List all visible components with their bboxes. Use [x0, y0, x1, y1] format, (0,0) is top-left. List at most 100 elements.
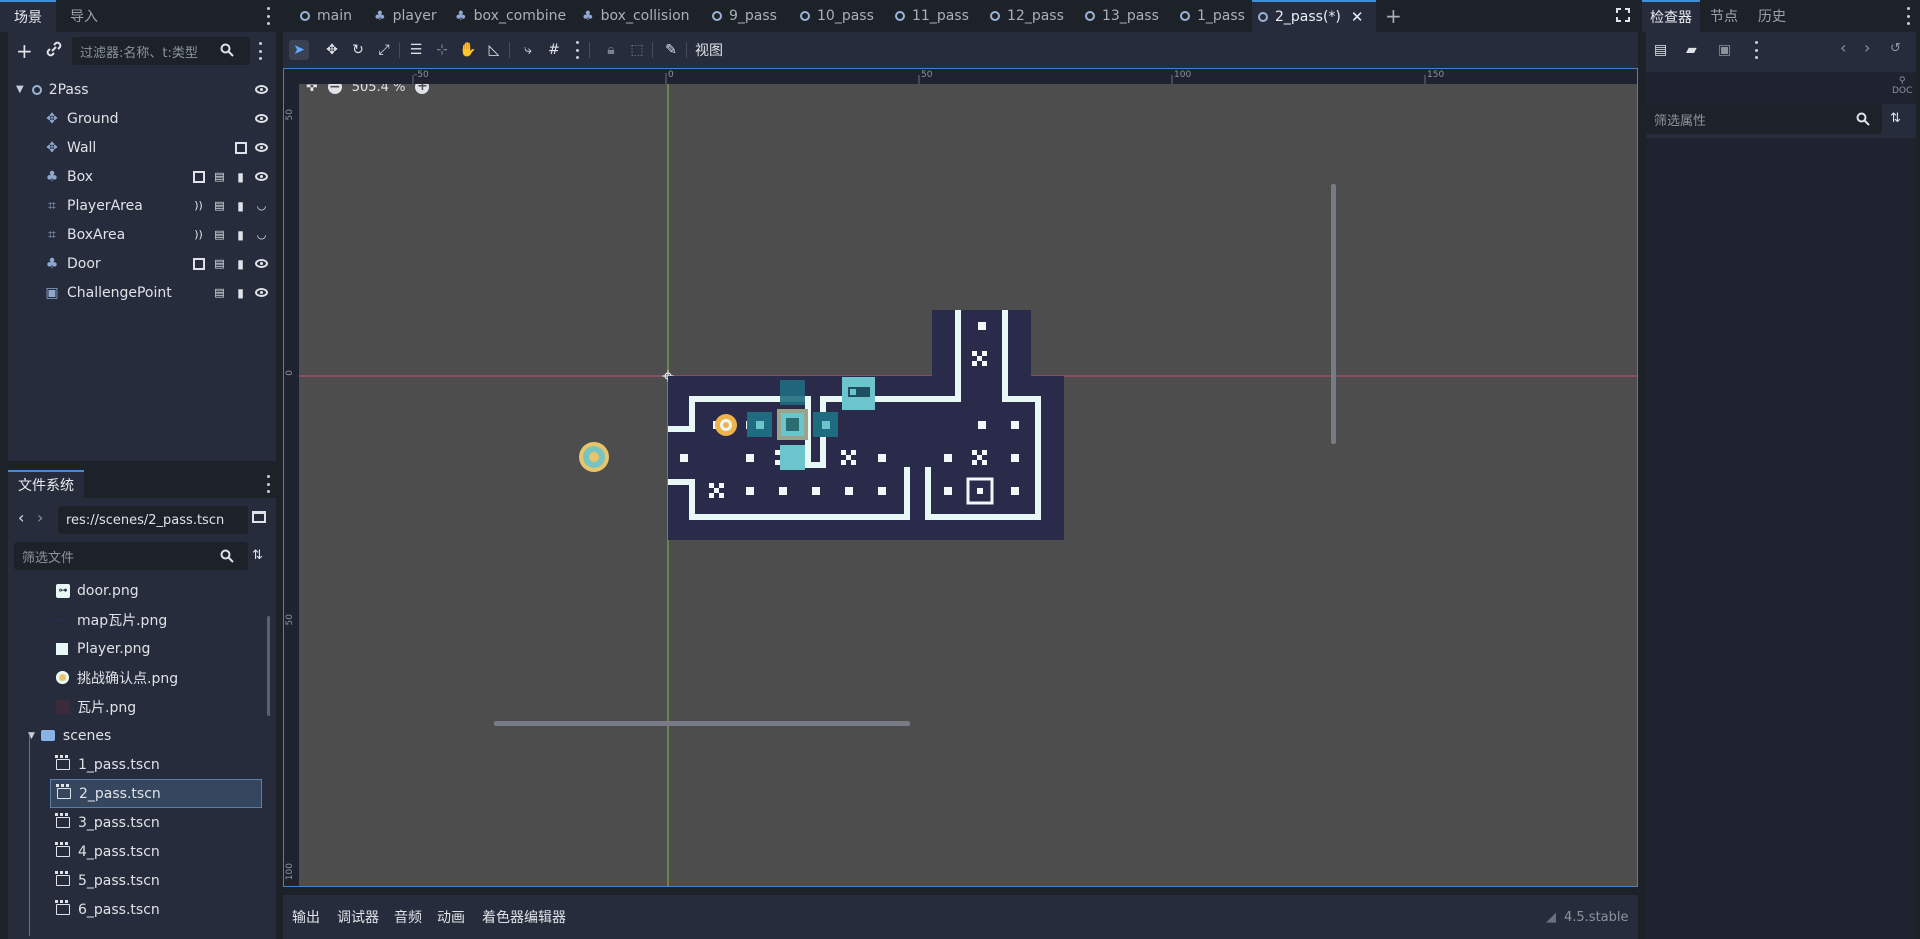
- tree-row-playerarea[interactable]: ⌗ PlayerArea )) ▤ ▮ ◡: [8, 191, 276, 220]
- tree-row-challengepoint[interactable]: ▣ ChallengePoint ▤ ▮: [8, 278, 276, 307]
- visibility-eye-icon[interactable]: [255, 172, 268, 181]
- visibility-eye-icon[interactable]: [255, 288, 268, 297]
- rotate-mode-icon[interactable]: ↻: [348, 40, 368, 60]
- split-view-icon[interactable]: [252, 511, 266, 523]
- tab-1-pass[interactable]: 1_pass: [1174, 0, 1251, 32]
- tab-history[interactable]: 历史: [1748, 0, 1796, 32]
- group-icon[interactable]: ⬚: [627, 40, 647, 60]
- skeleton-icon[interactable]: ✎: [661, 40, 681, 60]
- signal-icon[interactable]: )): [192, 228, 205, 241]
- tab-box-combine[interactable]: ♣ box_combine: [449, 0, 572, 32]
- scene-clapper-icon[interactable]: ▤: [213, 257, 226, 270]
- history-back-icon[interactable]: ‹: [1840, 38, 1846, 57]
- chevron-down-icon[interactable]: ▼: [16, 84, 24, 95]
- link-icon[interactable]: [46, 41, 62, 57]
- tab-10-pass[interactable]: 10_pass: [794, 0, 880, 32]
- view-menu[interactable]: 视图: [687, 32, 731, 68]
- tree-row-ground[interactable]: ✥ Ground: [8, 104, 276, 133]
- tab-animation[interactable]: 动画: [437, 895, 465, 939]
- smart-snap-icon[interactable]: ⤷: [518, 40, 538, 60]
- list-select-icon[interactable]: ☰: [406, 40, 426, 60]
- scene-tree-menu-icon[interactable]: [258, 42, 262, 60]
- tab-node[interactable]: 节点: [1700, 0, 1748, 32]
- nav-forward-icon[interactable]: ›: [37, 508, 43, 527]
- tree-row-2pass[interactable]: ▼ 2Pass: [8, 75, 276, 104]
- sort-icon[interactable]: ⇅: [252, 548, 263, 563]
- property-options-icon[interactable]: ⇅: [1890, 111, 1901, 126]
- list-item[interactable]: 4_pass.tscn: [8, 837, 270, 866]
- tab-12-pass[interactable]: 12_pass: [984, 0, 1070, 32]
- list-item[interactable]: 1_pass.tscn: [8, 750, 270, 779]
- scene-clapper-icon[interactable]: ▤: [213, 228, 226, 241]
- tab-debugger[interactable]: 调试器: [337, 895, 379, 939]
- select-mode-icon[interactable]: ➤: [289, 40, 309, 60]
- list-item[interactable]: 挑战确认点.png: [8, 663, 270, 692]
- close-icon[interactable]: ✕: [1351, 8, 1364, 26]
- collision-shape-icon[interactable]: [193, 257, 205, 270]
- list-item[interactable]: map瓦片.png: [8, 605, 270, 634]
- tab-scene[interactable]: 场景: [0, 0, 56, 32]
- list-item[interactable]: 5_pass.tscn: [8, 866, 270, 895]
- ruler-mode-icon[interactable]: ◺: [484, 40, 504, 60]
- tab-11-pass[interactable]: 11_pass: [889, 0, 975, 32]
- tree-row-door[interactable]: ♣ Door ▤ ▮: [8, 249, 276, 278]
- script-icon[interactable]: ▮: [234, 257, 247, 271]
- history-icon[interactable]: ↺: [1890, 41, 1901, 56]
- snap-options-icon[interactable]: [567, 40, 587, 60]
- ruler-top[interactable]: -50 0 50 100 150: [284, 69, 1637, 84]
- save-icon[interactable]: ▣: [1718, 42, 1731, 58]
- nav-back-icon[interactable]: ‹: [18, 508, 24, 527]
- pivot-icon[interactable]: ⊹: [432, 40, 452, 60]
- tab-main[interactable]: main: [294, 0, 358, 32]
- tab-audio[interactable]: 音频: [394, 895, 422, 939]
- inspector-options-icon[interactable]: [1754, 41, 1758, 59]
- grid-snap-icon[interactable]: #: [544, 40, 564, 60]
- open-folder-icon[interactable]: ▰: [1686, 42, 1697, 58]
- visibility-eye-icon[interactable]: [255, 114, 268, 123]
- list-item[interactable]: 3_pass.tscn: [8, 808, 270, 837]
- object-selector[interactable]: [1646, 72, 1916, 104]
- tab-import[interactable]: 导入: [56, 0, 112, 32]
- scene-clapper-icon[interactable]: ▤: [213, 170, 226, 183]
- signal-icon[interactable]: )): [192, 199, 205, 212]
- pan-mode-icon[interactable]: ✋: [458, 40, 478, 60]
- tab-filesystem[interactable]: 文件系统: [8, 470, 84, 498]
- hidden-eye-icon[interactable]: ◡: [255, 199, 268, 212]
- path-field[interactable]: res://scenes/2_pass.tscn: [58, 506, 248, 534]
- add-tab-icon[interactable]: +: [1385, 4, 1402, 28]
- lock-icon[interactable]: 🔒︎: [601, 40, 621, 60]
- tab-13-pass[interactable]: 13_pass: [1079, 0, 1165, 32]
- tab-9-pass[interactable]: 9_pass: [706, 0, 783, 32]
- tree-row-boxarea[interactable]: ⌗ BoxArea )) ▤ ▮ ◡: [8, 220, 276, 249]
- collision-shape-icon[interactable]: [193, 170, 205, 183]
- tab-shader-editor[interactable]: 着色器编辑器: [482, 895, 566, 939]
- visibility-eye-icon[interactable]: [255, 259, 268, 268]
- scene-dock-menu-icon[interactable]: [266, 7, 270, 25]
- list-item[interactable]: 6_pass.tscn: [8, 895, 270, 924]
- script-icon[interactable]: ▮: [234, 170, 247, 184]
- list-item-selected[interactable]: 2_pass.tscn: [50, 779, 262, 808]
- docs-icon[interactable]: ⚲ DOC: [1892, 76, 1912, 96]
- scene-clapper-icon[interactable]: ▤: [213, 286, 226, 299]
- visibility-eye-icon[interactable]: [255, 85, 268, 94]
- history-forward-icon[interactable]: ›: [1864, 38, 1870, 57]
- scale-mode-icon[interactable]: ⤢: [374, 40, 394, 60]
- list-item[interactable]: 瓦片.png: [8, 692, 270, 721]
- tab-player[interactable]: ♣ player: [368, 0, 443, 32]
- tab-2-pass-active[interactable]: 2_pass(*) ✕: [1252, 0, 1376, 32]
- tab-box-collision[interactable]: ♣ box_collision: [576, 0, 696, 32]
- scene-clapper-icon[interactable]: ▤: [213, 199, 226, 212]
- canvas-viewport[interactable]: ✜ − 505.4 % +: [283, 68, 1638, 887]
- move-mode-icon[interactable]: ✥: [322, 40, 342, 60]
- list-item[interactable]: Player.png: [8, 634, 270, 663]
- hidden-eye-icon[interactable]: ◡: [255, 228, 268, 241]
- tab-output[interactable]: 输出: [292, 895, 320, 939]
- visibility-eye-icon[interactable]: [255, 143, 268, 152]
- tree-row-box[interactable]: ♣ Box ▤ ▮: [8, 162, 276, 191]
- script-icon[interactable]: ▮: [234, 199, 247, 213]
- file-filter-input[interactable]: 筛选文件: [14, 542, 248, 570]
- tree-row-wall[interactable]: ✥ Wall: [8, 133, 276, 162]
- filesystem-menu-icon[interactable]: [266, 475, 270, 493]
- inspector-dock-menu-icon[interactable]: [1906, 7, 1910, 25]
- add-node-icon[interactable]: +: [16, 41, 33, 61]
